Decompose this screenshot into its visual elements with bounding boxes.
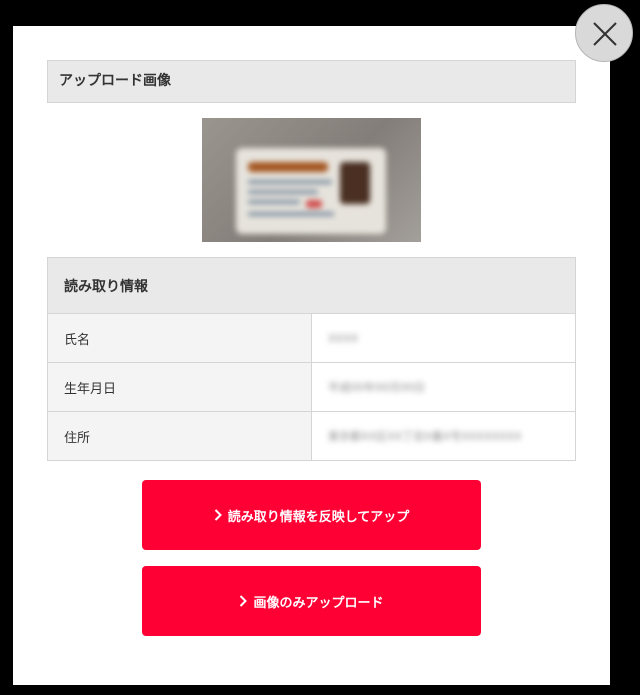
image-only-upload-label: 画像のみアップロード (253, 595, 384, 611)
apply-info-upload-button[interactable]: 読み取り情報を反映してアップ (142, 480, 481, 550)
chevron-right-icon (214, 509, 222, 521)
uploaded-image-preview (202, 118, 421, 242)
birthdate-value: 平成00年00月00日 (328, 381, 425, 394)
table-row: 氏名 XXXX (47, 313, 576, 363)
birthdate-label: 生年月日 (47, 362, 312, 412)
id-card-image (236, 148, 386, 234)
read-info-heading: 読み取り情報 (47, 257, 576, 314)
close-button[interactable] (575, 4, 633, 62)
address-label: 住所 (47, 411, 312, 461)
address-value: 東京都XX区XX丁目X番X号XXXXXXXX (328, 430, 522, 443)
close-icon (593, 22, 617, 46)
read-info-table: 読み取り情報 氏名 XXXX 生年月日 平成00年00月00日 住所 東京都XX… (47, 257, 576, 461)
chevron-right-icon (239, 595, 248, 607)
apply-info-upload-label: 読み取り情報を反映してアップ (227, 509, 410, 525)
name-value: XXXX (328, 331, 359, 345)
name-label: 氏名 (47, 313, 312, 363)
table-row: 生年月日 平成00年00月00日 (47, 362, 576, 412)
birthdate-value-cell: 平成00年00月00日 (311, 362, 576, 412)
image-only-upload-button[interactable]: 画像のみアップロード (142, 566, 481, 636)
name-value-cell: XXXX (311, 313, 576, 363)
upload-image-heading: アップロード画像 (47, 60, 576, 103)
address-value-cell: 東京都XX区XX丁目X番X号XXXXXXXX (311, 411, 576, 461)
table-row: 住所 東京都XX区XX丁目X番X号XXXXXXXX (47, 411, 576, 461)
